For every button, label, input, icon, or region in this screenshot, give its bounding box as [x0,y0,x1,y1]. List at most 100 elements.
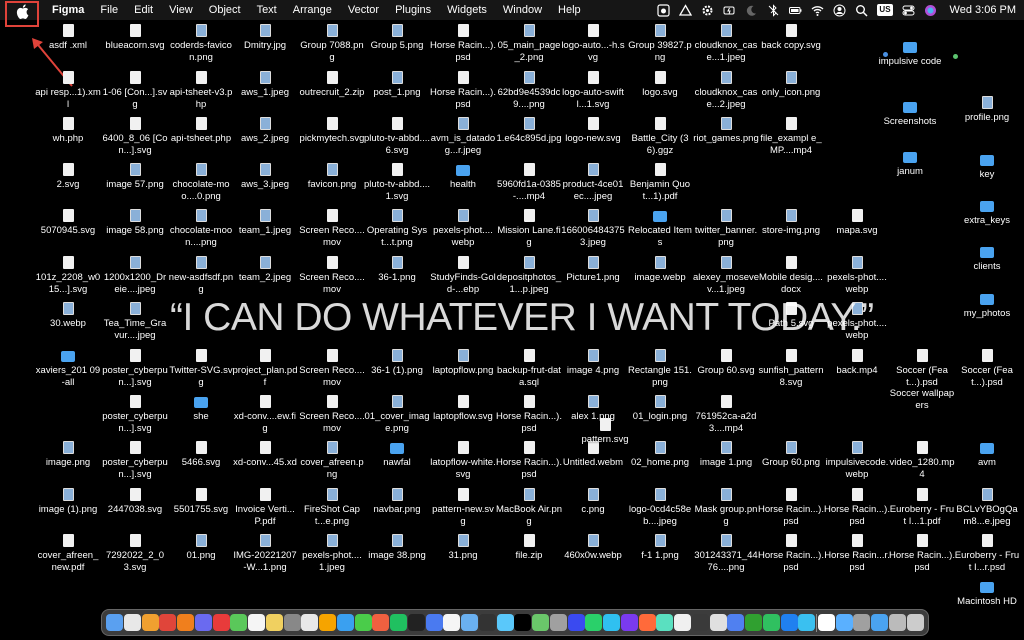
dock-app-icon[interactable] [265,614,283,631]
desktop-file-icon[interactable]: Soccer (Feat...).psd [888,349,956,388]
dock-app-icon[interactable] [620,614,638,631]
desktop-file-icon[interactable]: Macintosh HD [953,580,1021,608]
desktop-file-icon[interactable]: image.webp [626,256,694,284]
trash-icon[interactable] [906,614,924,631]
desktop-file-icon[interactable]: Benjamin Quot...1).pdf [626,163,694,202]
desktop-file-icon[interactable]: Soccer (Feat...).psd [953,349,1021,388]
desktop-file-icon[interactable]: api-tsheet.php [167,117,235,145]
desktop-file-icon[interactable]: api-tsheet-v3.php [167,71,235,110]
desktop-file-icon[interactable]: 31.png [429,534,497,562]
desktop-file-icon[interactable]: 36-1 (1).png [363,349,431,377]
desktop-file-icon[interactable]: Horse Racin...).psd [495,441,563,480]
desktop-file-icon[interactable]: Screen Reco....mov [298,395,366,434]
desktop-file-icon[interactable]: pluto-tv-abbd....1.svg [363,163,431,202]
dock-app-icon[interactable] [301,614,319,631]
dock-app-icon[interactable] [319,614,336,631]
desktop-file-icon[interactable]: logo-0cd4c58eb....jpeg [626,488,694,527]
desktop-file-icon[interactable]: health [429,163,497,191]
dock-app-icon[interactable] [674,614,691,631]
desktop-file-icon[interactable]: Rectangle 151.png [626,349,694,388]
desktop-file-icon[interactable]: Path 5.svg [757,302,825,330]
desktop-file-icon[interactable]: Picture1.png [559,256,627,284]
desktop-file-icon[interactable]: favicon.png [298,163,366,191]
desktop-file-icon[interactable]: Horse Racin...r.psd [823,534,891,573]
desktop-file-icon[interactable]: image 38.png [363,534,431,562]
desktop-file-icon[interactable]: pattern.svg [571,418,639,446]
desktop-file-icon[interactable]: Horse Racin...).psd [429,24,497,63]
desktop-file-icon[interactable]: logo-new.svg [559,117,627,145]
desktop-file-icon[interactable]: clients [953,245,1021,273]
desktop-file-icon[interactable]: Horse Racin...).psd [429,71,497,110]
desktop-file-icon[interactable]: StudyFinds-Gold-...ebp [429,256,497,295]
desktop-file-icon[interactable]: cloudknox_case...2.jpeg [692,71,760,110]
desktop-file-icon[interactable]: Invoice Verti...P.pdf [231,488,299,527]
dock-app-icon[interactable] [230,614,248,631]
dock-app-icon[interactable] [407,614,425,631]
dock-app-icon[interactable] [372,614,390,631]
desktop-file-icon[interactable]: extra_keys [953,199,1021,227]
desktop-file-icon[interactable]: FireShot Capt...e.png [298,488,366,527]
desktop-file-icon[interactable]: 301243371_4476....png [692,534,760,573]
desktop-file-icon[interactable]: alexey_mosevev...1.jpeg [692,256,760,295]
dock-app-icon[interactable] [691,614,709,631]
desktop-file-icon[interactable]: aws_3.jpeg [231,163,299,191]
desktop-file-icon[interactable]: Relocated Items [626,209,694,248]
desktop-file-icon[interactable]: janum [876,150,944,178]
dock-app-icon[interactable] [461,614,478,631]
dock-app-icon[interactable] [443,614,461,631]
dock-app-icon[interactable] [514,614,532,631]
desktop-file-icon[interactable]: 761952ca-a2d3....mp4 [692,395,760,434]
desktop-file-icon[interactable]: Twitter-SVG.svg [167,349,235,388]
desktop-file-icon[interactable]: depositphotos_1...p.jpeg [495,256,563,295]
dock-app-icon[interactable] [159,614,177,631]
desktop-file-icon[interactable]: image 58.png [101,209,169,237]
desktop-file-icon[interactable]: she [167,395,235,423]
desktop-file-icon[interactable]: backup-frut-data.sql [495,349,563,388]
desktop-file-icon[interactable]: team_2.jpeg [231,256,299,284]
desktop-file-icon[interactable]: asdf .xml [34,24,102,52]
dock-app-icon[interactable] [141,614,159,631]
desktop-file-icon[interactable]: 2447038.svg [101,488,169,516]
dock-app-icon[interactable] [390,614,407,631]
desktop-file-icon[interactable]: aws_1.jpeg [231,71,299,99]
desktop-file-icon[interactable]: Group 60.png [757,441,825,469]
desktop-file-icon[interactable]: 36-1.png [363,256,431,284]
dock-app-icon[interactable] [745,614,762,631]
desktop-file-icon[interactable]: only_icon.png [757,71,825,99]
desktop-file-icon[interactable]: Euroberry - Frut I...r.psd [953,534,1021,573]
desktop-file-icon[interactable]: Group 60.svg [692,349,760,377]
desktop-file-icon[interactable]: logo-auto-swiftl...1.svg [559,71,627,110]
dock-app-icon[interactable] [656,614,674,631]
desktop-file-icon[interactable]: cover_afreen.png [298,441,366,480]
desktop-file-icon[interactable]: Mission Lane.fig [495,209,563,248]
dock-app-icon[interactable] [354,614,372,631]
desktop-file-icon[interactable]: pluto-tv-abbd....6.svg [363,117,431,156]
desktop-file-icon[interactable]: 1-06 [Con...].svg [101,71,169,110]
desktop-file-icon[interactable]: riot_games.png [692,117,760,145]
desktop-file-icon[interactable]: image 57.png [101,163,169,191]
desktop-file-icon[interactable]: poster_cyberpun...].svg [101,441,169,480]
desktop-file-icon[interactable]: project_plan.pdf [231,349,299,388]
desktop-file-icon[interactable]: pexels-phot....webp [429,209,497,248]
desktop-file-icon[interactable]: Mask group.png [692,488,760,527]
desktop-file-icon[interactable]: my_photos [953,292,1021,320]
desktop-file-icon[interactable]: 01_cover_image.png [363,395,431,434]
desktop-file-icon[interactable]: Horse Racin...).psd [888,534,956,573]
desktop-file-icon[interactable]: logo.svg [626,71,694,99]
desktop-file-icon[interactable]: 05_main_page_2.png [495,24,563,63]
dock-app-icon[interactable] [567,614,585,631]
desktop-file-icon[interactable]: pexels-phot....webp [823,302,891,341]
desktop-file-icon[interactable]: f-1 1.png [626,534,694,562]
desktop-file-icon[interactable]: 5466.svg [167,441,235,469]
desktop-file-icon[interactable]: xd-conv....ew.fig [231,395,299,434]
desktop-file-icon[interactable]: Horse Racin...).psd [823,488,891,527]
dock-app-icon[interactable] [336,614,354,631]
desktop-file-icon[interactable]: image.png [34,441,102,469]
dock-app-icon[interactable] [853,614,871,631]
desktop-file-icon[interactable]: 1200x1200_Dreie....jpeg [101,256,169,295]
desktop-file-icon[interactable]: Group 7088.png [298,24,366,63]
dock-app-icon[interactable] [585,614,603,631]
desktop-file-icon[interactable]: chocolate-moo....0.png [167,163,235,202]
desktop-file-icon[interactable]: Operating Syst...t.png [363,209,431,248]
dock-app-icon[interactable] [425,614,443,631]
